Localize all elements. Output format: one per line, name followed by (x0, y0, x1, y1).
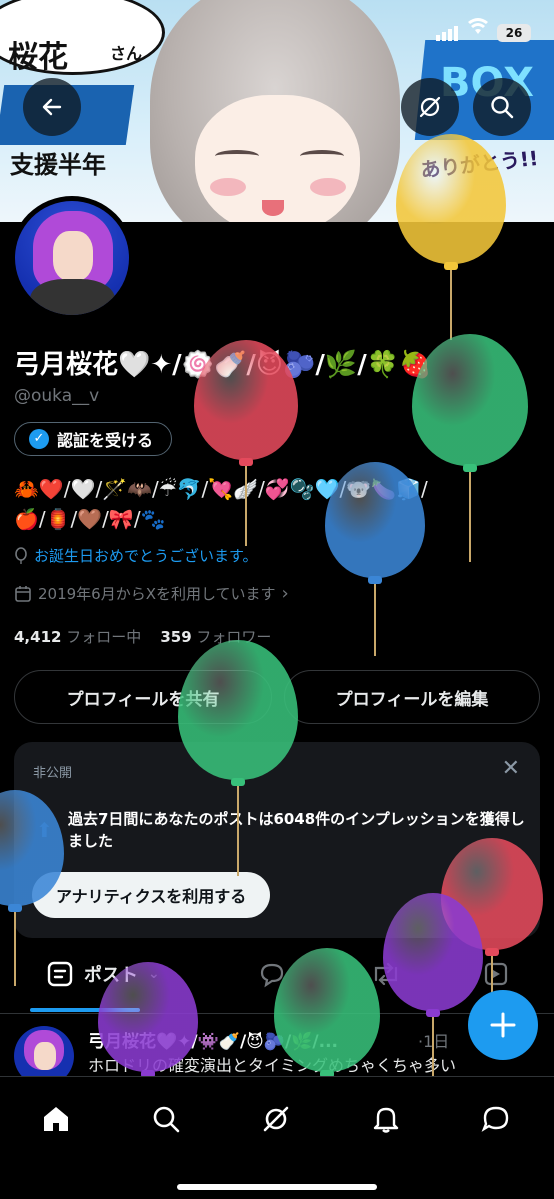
get-verified-label: 認証を受ける (57, 431, 154, 450)
balloon-icon (15, 546, 27, 564)
home-icon (44, 1107, 68, 1131)
balloon-decoration (274, 948, 380, 1082)
balloon-decoration (98, 962, 198, 1082)
grok-button[interactable] (401, 78, 459, 136)
back-button[interactable] (23, 78, 81, 136)
private-label: 非公開 (33, 766, 73, 781)
status-time: 6:16 (38, 18, 86, 40)
nav-messages[interactable] (476, 1099, 516, 1139)
joined-text: 2019年6月からXを利用しています (38, 585, 276, 603)
following-link[interactable]: 4,412 フォロー中 (14, 628, 141, 646)
grok-icon (263, 1106, 289, 1132)
chevron-right-icon: › (281, 583, 289, 604)
edit-profile-button[interactable]: プロフィールを編集 (284, 670, 540, 724)
bottom-navigation (0, 1076, 554, 1199)
balloon-decoration (325, 462, 425, 660)
plus-icon (490, 1012, 516, 1038)
grok-icon (419, 96, 441, 118)
nav-notifications[interactable] (366, 1099, 406, 1139)
search-icon (153, 1106, 180, 1133)
search-icon (491, 96, 514, 119)
user-handle: @ouka__v (14, 386, 100, 406)
wifi-icon (467, 18, 489, 41)
status-bar: 6:16 26 (0, 18, 554, 48)
balloon-decoration (0, 790, 64, 990)
nav-grok[interactable] (256, 1099, 296, 1139)
back-arrow-icon (42, 98, 62, 116)
balloon-decoration (178, 640, 298, 880)
search-button[interactable] (473, 78, 531, 136)
banner-support-text: 支援半年 (10, 151, 106, 179)
balloon-decoration (412, 334, 528, 566)
joined-row[interactable]: 2019年6月からXを利用しています › (14, 583, 289, 604)
balloon-decoration (383, 893, 483, 1081)
nav-search[interactable] (146, 1099, 186, 1139)
cellular-signal-icon (436, 22, 460, 41)
battery-level: 26 (497, 24, 531, 42)
messages-icon (481, 1106, 509, 1132)
balloon-decoration (194, 340, 298, 550)
get-verified-button[interactable]: ✓ 認証を受ける (14, 422, 173, 456)
nav-home[interactable] (36, 1099, 76, 1139)
profile-avatar[interactable] (10, 196, 134, 320)
balloon-decoration (396, 134, 506, 344)
calendar-icon (15, 585, 31, 602)
verified-badge-icon: ✓ (29, 429, 49, 449)
close-icon[interactable]: ✕ (502, 756, 520, 781)
compose-button[interactable] (468, 990, 538, 1060)
bell-icon (373, 1107, 399, 1133)
home-indicator (177, 1184, 377, 1190)
